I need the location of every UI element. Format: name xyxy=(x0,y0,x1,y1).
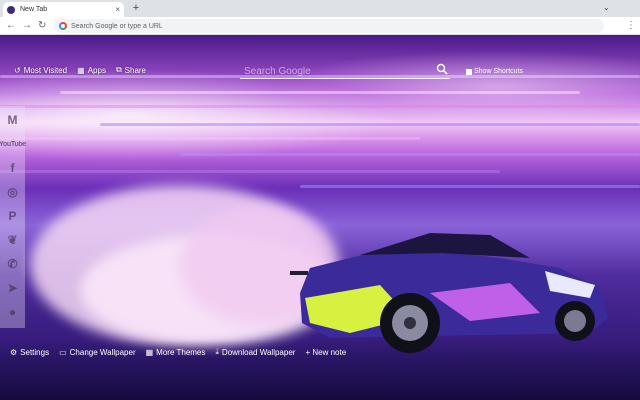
bottom-bar: ⚙ Settings ▭ Change Wallpaper ▦ More The… xyxy=(10,347,346,357)
youtube-icon[interactable]: YouTube xyxy=(0,135,26,153)
share-icon: ⧉ xyxy=(115,65,122,74)
settings-button[interactable]: ⚙ Settings xyxy=(10,347,49,357)
search-icon[interactable] xyxy=(436,63,448,75)
apps-grid-icon: ▦ xyxy=(77,65,85,75)
tab-search-icon[interactable]: ⌄ xyxy=(603,3,610,12)
twitter-icon[interactable]: ❦ xyxy=(4,231,22,249)
menu-icon[interactable]: ⋮ xyxy=(626,20,636,32)
tab-title: New Tab xyxy=(20,6,48,13)
facebook-icon[interactable]: f xyxy=(4,159,22,177)
share-button[interactable]: ⧉ Share xyxy=(116,65,146,75)
show-shortcuts-button[interactable]: Show Shortcuts xyxy=(466,68,523,75)
browser-toolbar: ← → ↻ Search Google or type a URL ⋮ xyxy=(0,17,640,35)
change-wallpaper-button[interactable]: ▭ Change Wallpaper xyxy=(59,347,136,357)
download-wallpaper-button[interactable]: ⤓ Download Wallpaper xyxy=(215,347,295,357)
gear-icon: ⚙ xyxy=(10,347,18,357)
new-tab-page: ↺ Most Visited ▦ Apps ⧉ Share Show Short… xyxy=(0,35,640,400)
download-icon: ⤓ xyxy=(215,347,219,356)
address-bar-placeholder: Search Google or type a URL xyxy=(71,22,163,30)
more-themes-button[interactable]: ▦ More Themes xyxy=(146,347,206,357)
tab-favicon-icon xyxy=(7,5,15,14)
gmail-icon[interactable]: M xyxy=(4,111,22,129)
search-input[interactable] xyxy=(240,63,430,80)
back-icon[interactable]: ← xyxy=(6,19,16,33)
address-bar[interactable]: Search Google or type a URL xyxy=(54,19,604,33)
tab-new-tab[interactable]: New Tab × xyxy=(3,2,124,17)
history-icon: ↺ xyxy=(14,65,21,75)
apps-button[interactable]: ▦ Apps xyxy=(77,65,106,75)
instagram-icon[interactable]: ◎ xyxy=(4,183,22,201)
search-box xyxy=(240,61,450,80)
forward-icon[interactable]: → xyxy=(22,19,32,33)
telegram-icon[interactable]: ➤ xyxy=(4,279,22,297)
grid-icon: ▦ xyxy=(145,347,154,357)
new-tab-button[interactable]: + xyxy=(130,2,142,15)
social-sidebar: M YouTube f ◎ P ❦ ✆ ➤ ● xyxy=(0,106,26,328)
reddit-icon[interactable]: ● xyxy=(4,303,22,321)
drift-car xyxy=(290,233,608,353)
pinterest-icon[interactable]: P xyxy=(4,207,22,225)
tab-close-icon[interactable]: × xyxy=(115,5,120,14)
most-visited-button[interactable]: ↺ Most Visited xyxy=(14,65,67,75)
top-nav: ↺ Most Visited ▦ Apps ⧉ Share xyxy=(14,65,146,75)
new-note-button[interactable]: + New note xyxy=(305,347,346,357)
whatsapp-icon[interactable]: ✆ xyxy=(4,255,22,273)
reload-icon[interactable]: ↻ xyxy=(38,19,46,33)
tab-strip: New Tab × + ⌄ xyxy=(0,0,640,17)
shortcuts-icon xyxy=(466,68,472,75)
image-icon: ▭ xyxy=(59,347,67,357)
google-icon xyxy=(59,22,67,30)
